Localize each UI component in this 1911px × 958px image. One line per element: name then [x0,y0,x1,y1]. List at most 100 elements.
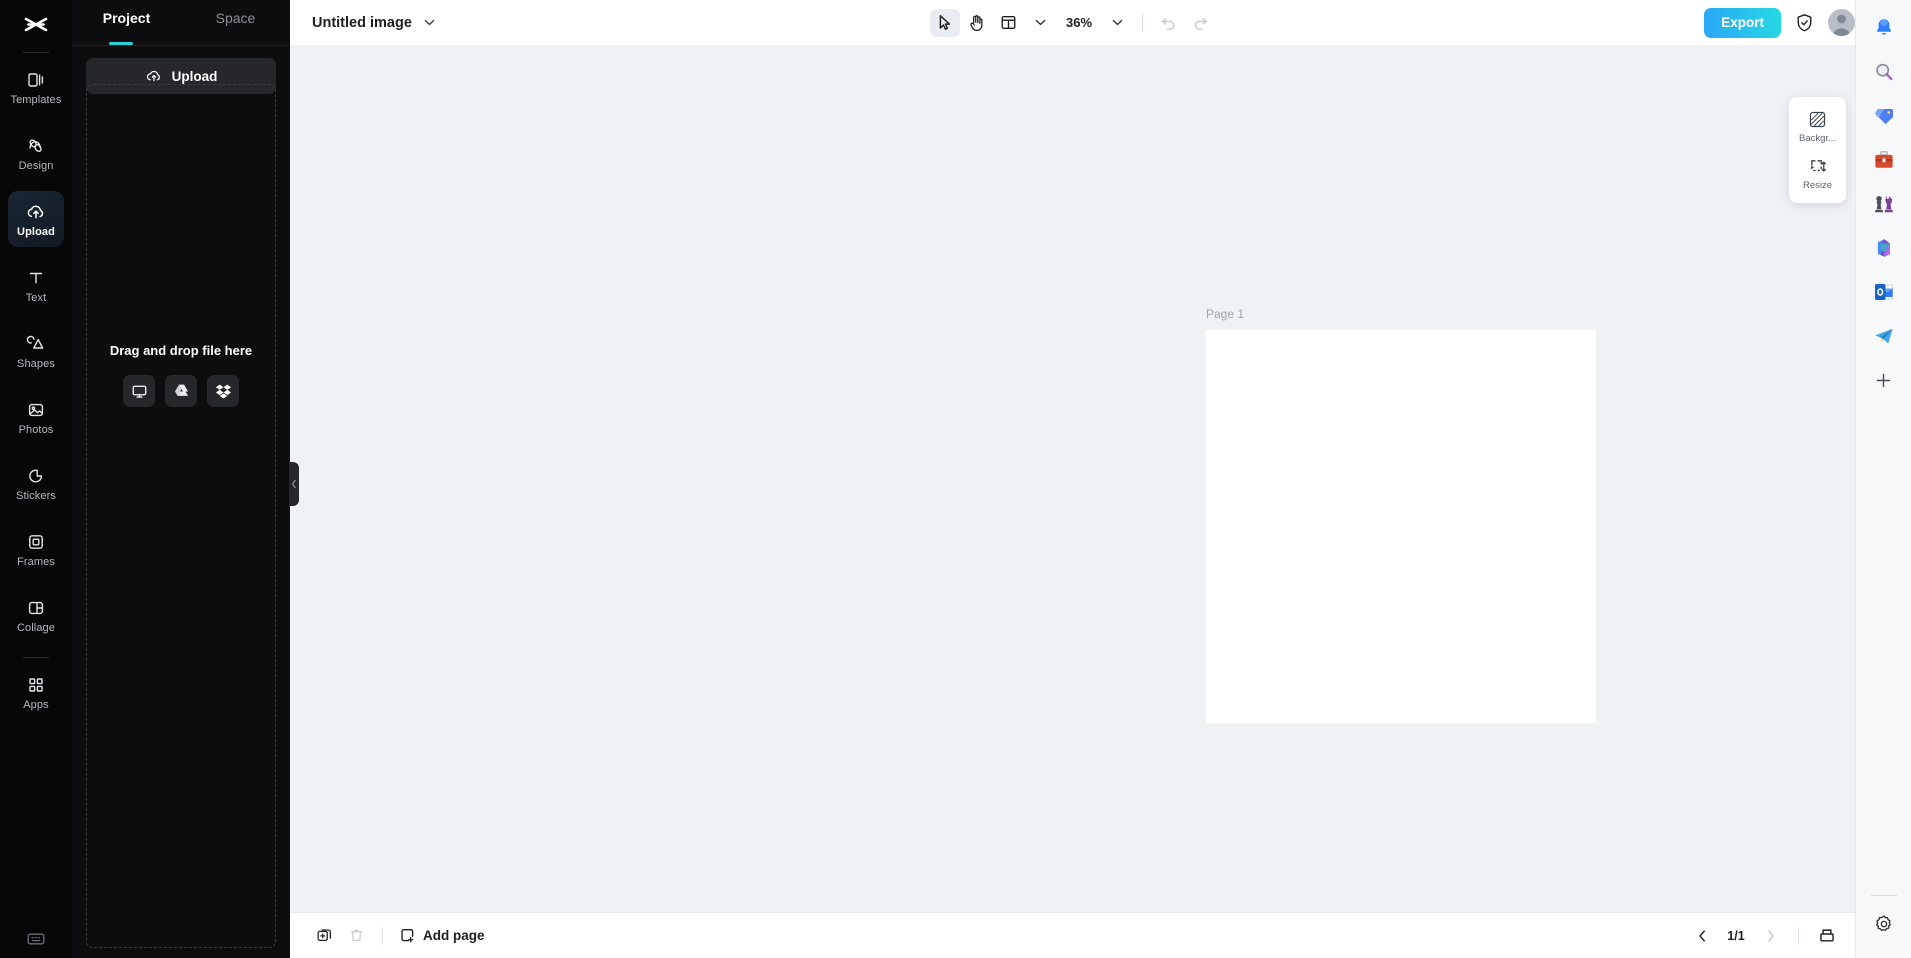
dock-item-labels[interactable] [1864,96,1904,136]
upload-from-device-button[interactable] [123,375,155,407]
upload-from-google-drive-button[interactable] [165,375,197,407]
undo-button[interactable] [1153,9,1183,37]
add-page-icon [399,927,416,944]
capcut-logo[interactable] [0,4,72,48]
dock-item-microsoft-365[interactable] [1864,228,1904,268]
delete-page-button[interactable] [342,922,370,950]
bottom-bar-left: Add page [290,922,485,950]
prev-page-button[interactable] [1688,922,1716,950]
chess-icon [1873,193,1895,215]
pages-grid-button[interactable] [1813,922,1841,950]
export-button[interactable]: Export [1704,7,1781,38]
magnifier-icon [1873,61,1895,83]
layout-grid-icon [1000,14,1017,31]
undo-icon [1160,15,1177,30]
sidebar-item-shapes[interactable]: Shapes [8,323,64,379]
stickers-icon [26,465,46,487]
apps-icon [26,674,46,696]
page-indicator: 1/1 [1727,928,1745,943]
dropbox-icon [215,383,232,399]
dock-item-add[interactable] [1864,360,1904,400]
dock-item-chess[interactable] [1864,184,1904,224]
upload-dropzone[interactable]: Drag and drop file here [86,84,276,948]
tab-project[interactable]: Project [72,10,181,32]
pages-grid-icon [1818,927,1836,944]
upload-button-label: Upload [171,68,218,84]
sidebar-item-collage[interactable]: Collage [8,587,64,643]
keyboard-shortcuts-icon [26,930,46,946]
sidebar-item-stickers[interactable]: Stickers [8,455,64,511]
bell-icon [1873,17,1895,39]
avatar[interactable] [1828,9,1855,36]
toolbar-divider [1142,13,1144,32]
shapes-icon [26,333,46,355]
telegram-icon [1873,325,1895,347]
plus-icon [1874,371,1893,390]
tag-icon [1873,105,1895,127]
tab-space[interactable]: Space [181,10,290,32]
top-toolbar: Untitled image 36% Export [290,0,1855,45]
sidebar-item-apps[interactable]: Apps [8,664,64,720]
resize-tool-label: Resize [1802,180,1833,191]
upload-cloud-icon [25,201,47,223]
shield-check-icon[interactable] [1795,13,1814,33]
dock-item-telegram[interactable] [1864,316,1904,356]
outlook-icon [1873,281,1895,303]
dock-divider [1871,895,1897,896]
background-tool-button[interactable]: Backgr... [1789,103,1846,150]
page-sheet[interactable] [1206,330,1596,723]
resize-tool-button[interactable]: Resize [1789,150,1846,197]
cursor-arrow-icon [937,14,953,31]
sidebar-item-frames[interactable]: Frames [8,521,64,577]
panel-tabs: Project Space [72,0,290,45]
sidebar-item-photos[interactable]: Photos [8,389,64,445]
toolbar-right-group: Export [1704,0,1855,45]
zoom-level-value[interactable]: 36% [1058,15,1100,30]
left-panel: Project Space Upload Drag and drop file … [72,0,299,958]
layout-tool-button[interactable] [994,9,1024,37]
document-title[interactable]: Untitled image [312,15,412,31]
templates-icon [26,69,46,91]
hand-tool-button[interactable] [962,9,992,37]
document-title-caret[interactable] [424,19,435,26]
right-dock [1855,0,1911,958]
dock-item-outlook[interactable] [1864,272,1904,312]
bottom-bar-divider [382,926,383,945]
left-rail: Templates Design Upload Text Shapes Phot… [0,0,72,958]
dropzone-sources [123,375,239,407]
hand-icon [968,14,985,32]
select-tool-button[interactable] [929,8,960,37]
redo-button[interactable] [1185,9,1215,37]
sidebar-item-text[interactable]: Text [8,257,64,313]
bottom-bar-divider-right [1798,926,1799,945]
upload-from-dropbox-button[interactable] [207,375,239,407]
bottom-bar: Add page 1/1 [290,912,1855,958]
canvas-area[interactable]: Page 1 Backgr... Resize [290,45,1855,912]
sidebar-item-templates[interactable]: Templates [8,59,64,115]
tab-active-underline [109,42,133,45]
next-page-button[interactable] [1756,922,1784,950]
background-tool-label: Backgr... [1799,133,1836,144]
sidebar-item-upload[interactable]: Upload [8,191,64,247]
dock-item-notifications[interactable] [1864,8,1904,48]
panel-collapse-handle[interactable] [289,462,299,506]
dock-item-search[interactable] [1864,52,1904,92]
chevron-down-icon [424,19,435,26]
dropzone-text: Drag and drop file here [109,343,253,358]
app-root: Templates Design Upload Text Shapes Phot… [0,0,1911,958]
sidebar-item-design[interactable]: Design [8,125,64,181]
sidebar-label-text: Text [25,291,47,304]
keyboard-shortcuts-button[interactable] [0,930,72,946]
zoom-level-caret[interactable] [1102,9,1132,37]
design-icon [26,135,46,157]
chevron-right-icon [1766,929,1775,943]
duplicate-page-button[interactable] [310,922,338,950]
dock-item-settings[interactable] [1864,904,1904,944]
gear-icon [1874,914,1894,934]
chevron-down-icon [1112,19,1123,26]
dock-item-work[interactable] [1864,140,1904,180]
sidebar-label-design: Design [18,159,54,172]
add-page-button[interactable]: Add page [399,927,485,944]
monitor-icon [131,383,148,400]
layout-tool-caret[interactable] [1026,9,1056,37]
